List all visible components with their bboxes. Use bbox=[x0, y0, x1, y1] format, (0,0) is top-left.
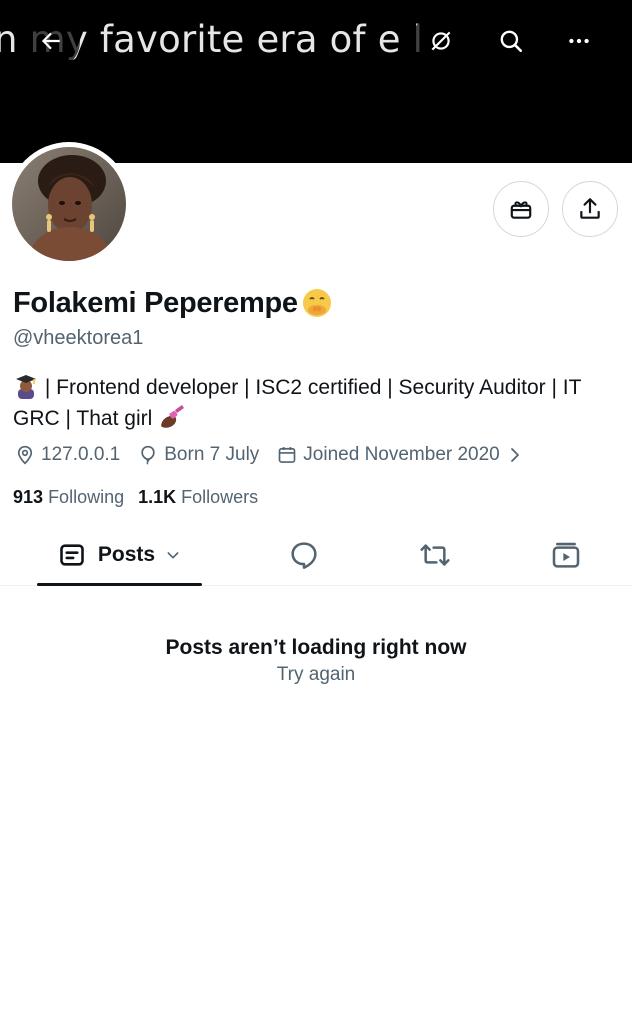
tab-posts-label: Posts bbox=[97, 542, 156, 566]
gift-button[interactable] bbox=[493, 181, 549, 237]
balloon-icon bbox=[141, 445, 155, 465]
location-item: 127.0.0.1 bbox=[15, 444, 120, 466]
tab-media[interactable] bbox=[541, 524, 591, 585]
retry-row: Try again bbox=[0, 664, 632, 686]
no-notifications-icon bbox=[431, 31, 451, 51]
face-with-hand-over-mouth-emoji bbox=[302, 289, 331, 317]
display-name: Folakemi Peperempe bbox=[13, 286, 298, 319]
gift-icon bbox=[510, 201, 532, 219]
notifications-off-button[interactable] bbox=[412, 12, 470, 70]
tab-reposts[interactable] bbox=[410, 524, 460, 585]
display-name-row: Folakemi Peperempe bbox=[13, 283, 333, 323]
birthday-item: Born 7 July bbox=[138, 444, 259, 466]
profile-meta: 127.0.0.1 Born 7 July Joined November 20… bbox=[15, 444, 524, 466]
following-label: Following bbox=[48, 487, 125, 507]
avatar-photo bbox=[12, 147, 126, 261]
tab-replies[interactable] bbox=[279, 524, 329, 585]
chevron-down-icon bbox=[167, 551, 179, 558]
profile-tabs: Posts bbox=[0, 524, 632, 586]
joined-item[interactable]: Joined November 2020 bbox=[277, 444, 500, 466]
more-icon bbox=[569, 38, 589, 44]
username-handle: @vheektorea1 bbox=[13, 327, 144, 349]
following-link[interactable]: 913 Following bbox=[13, 487, 124, 507]
profile-bio: | Frontend developer | ISC2 certified | … bbox=[13, 372, 623, 434]
follow-stats: 913 Following 1.1K Followers bbox=[13, 487, 258, 508]
reply-bubble-icon bbox=[291, 541, 317, 569]
share-button[interactable] bbox=[562, 181, 618, 237]
student-emoji bbox=[16, 375, 36, 399]
location-pin-icon bbox=[17, 445, 33, 465]
followers-count: 1.1K bbox=[138, 487, 177, 507]
nail-polish-emoji bbox=[161, 405, 185, 428]
chevron-right-icon[interactable] bbox=[506, 446, 524, 464]
joined-text: Joined November 2020 bbox=[303, 444, 500, 465]
video-icon bbox=[552, 542, 580, 568]
posts-icon bbox=[60, 543, 84, 566]
active-tab-indicator bbox=[37, 583, 202, 586]
try-again-button[interactable]: Try again bbox=[277, 664, 356, 685]
calendar-icon bbox=[278, 447, 296, 463]
empty-state-title: Posts aren’t loading right now bbox=[165, 636, 467, 659]
back-button[interactable] bbox=[22, 12, 80, 70]
following-count: 913 bbox=[13, 487, 44, 507]
share-icon bbox=[580, 198, 600, 219]
repost-icon bbox=[420, 543, 450, 566]
avatar[interactable] bbox=[7, 142, 131, 266]
profile-banner: n my favorite era of e l bbox=[0, 0, 632, 163]
tab-posts[interactable]: Posts bbox=[37, 524, 202, 586]
profile-page: n my favorite era of e l Folakemi Pepere… bbox=[0, 0, 632, 1021]
birthday-text: Born 7 July bbox=[164, 444, 260, 465]
search-icon bbox=[500, 30, 523, 53]
location-text: 127.0.0.1 bbox=[41, 444, 121, 465]
arrow-left-icon bbox=[41, 32, 60, 50]
bio-text: | Frontend developer | ISC2 certified | … bbox=[13, 376, 582, 430]
followers-label: Followers bbox=[181, 487, 259, 507]
followers-link[interactable]: 1.1K Followers bbox=[138, 487, 258, 507]
more-options-button[interactable] bbox=[550, 12, 608, 70]
search-button[interactable] bbox=[482, 12, 540, 70]
